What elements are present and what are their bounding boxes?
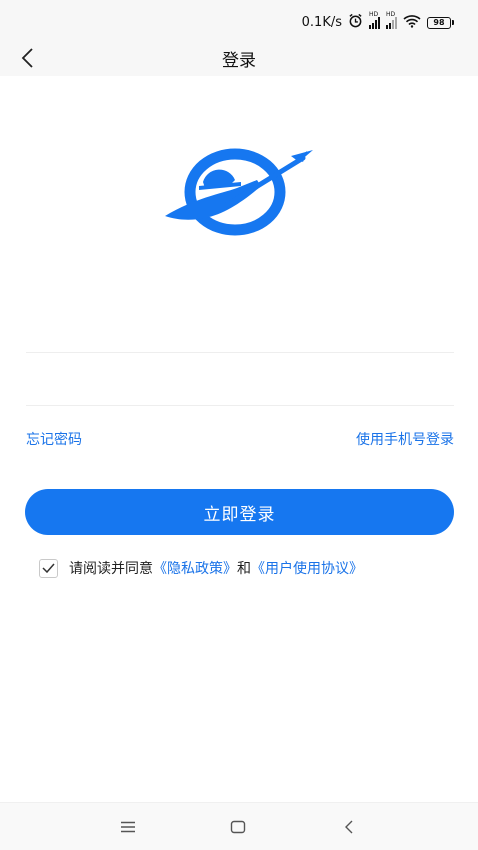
wifi-icon <box>403 14 421 32</box>
agreement-prefix: 请阅读并同意 <box>69 561 153 577</box>
agreement-checkbox[interactable] <box>39 558 58 578</box>
phone-login-link[interactable]: 使用手机号登录 <box>356 429 454 449</box>
battery-level: 98 <box>427 16 451 29</box>
status-bar: 0.1K/s HD HD 98 <box>0 0 478 40</box>
status-indicators: 0.1K/s HD HD 98 <box>301 11 454 32</box>
menu-icon[interactable] <box>118 817 138 837</box>
signal-icon: HD <box>386 11 397 29</box>
network-speed: 0.1K/s <box>301 15 342 30</box>
login-button[interactable]: 立即登录 <box>25 489 454 535</box>
agreement-conjunction: 和 <box>237 561 251 577</box>
user-agreement-link[interactable]: 《用户使用协议》 <box>251 558 363 578</box>
password-input[interactable] <box>26 366 454 406</box>
app-logo <box>165 146 315 236</box>
check-icon <box>42 563 55 573</box>
system-nav-bar <box>0 802 478 850</box>
account-input[interactable] <box>26 313 454 353</box>
agreement-row: 请阅读并同意 《隐私政策》 和 《用户使用协议》 <box>39 558 363 578</box>
alarm-icon <box>348 13 363 32</box>
header: 登录 <box>0 40 478 76</box>
signal-icon: HD <box>369 11 380 29</box>
back-icon[interactable] <box>339 817 359 837</box>
battery-icon: 98 <box>427 16 454 29</box>
forgot-password-link[interactable]: 忘记密码 <box>26 429 82 449</box>
home-icon[interactable] <box>228 817 248 837</box>
privacy-policy-link[interactable]: 《隐私政策》 <box>153 558 237 578</box>
page-title: 登录 <box>222 51 256 71</box>
